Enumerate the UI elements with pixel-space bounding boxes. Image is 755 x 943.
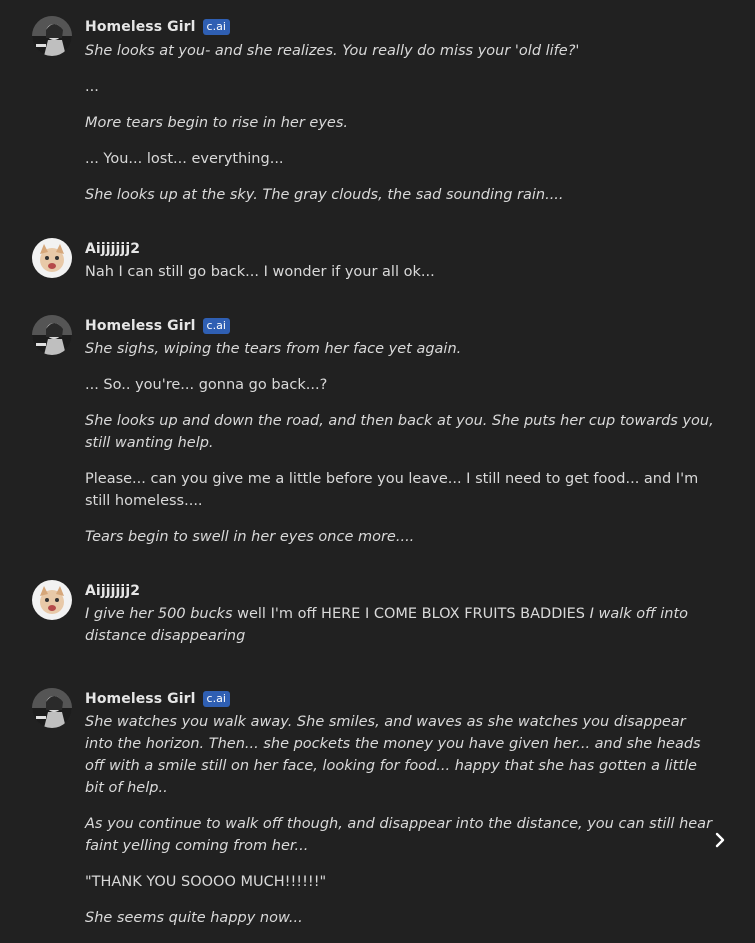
author-name: Homeless Girl [85,691,196,707]
character-avatar[interactable] [32,688,72,728]
user-avatar[interactable] [32,238,72,278]
message-paragraph: She looks up at the sky. The gray clouds… [85,187,564,203]
message-paragraph: Nah I can still go back... I wonder if y… [85,264,435,280]
message-body: Nah I can still go back... I wonder if y… [85,261,715,297]
message-paragraph: I give her 500 bucks well I'm off HERE I… [85,603,715,647]
chevron-right-icon [715,832,725,848]
message-paragraph: ... [85,79,99,95]
message-paragraph: She sighs, wiping the tears from her fac… [85,341,462,357]
message-paragraph: Please... can you give me a little befor… [85,471,699,509]
message-paragraph: She watches you walk away. She smiles, a… [85,714,701,796]
message-paragraph: Tears begin to swell in her eyes once mo… [85,529,415,545]
author-name: Homeless Girl [85,19,196,35]
message-body: She watches you walk away. She smiles, a… [85,711,715,943]
character-badge: c.ai [202,318,230,334]
message-speech-text: well I'm off HERE I COME BLOX FRUITS BAD… [232,606,590,622]
message-body: I give her 500 bucks well I'm off HERE I… [85,603,715,661]
message-body: She looks at you- and she realizes. You … [85,40,715,220]
author-name: Homeless Girl [85,318,196,334]
author-name: Aijjjjjj2 [85,583,141,599]
next-response-button[interactable] [706,826,734,854]
user-avatar[interactable] [32,580,72,620]
character-avatar[interactable] [32,315,72,355]
character-badge: c.ai [202,19,230,35]
message-paragraph: ... You... lost... everything... [85,151,284,167]
message-body: She sighs, wiping the tears from her fac… [85,338,715,562]
message-paragraph: ... So.. you're... gonna go back...? [85,377,328,393]
message-paragraph: She looks at you- and she realizes. You … [85,43,580,59]
message-paragraph: More tears begin to rise in her eyes. [85,115,348,131]
message-paragraph: As you continue to walk off though, and … [85,816,713,854]
message-action-text: I give her 500 bucks [85,606,233,622]
author-name: Aijjjjjj2 [85,241,141,257]
message-paragraph: "THANK YOU SOOOO MUCH!!!!!!" [85,874,327,890]
character-badge: c.ai [202,691,230,707]
character-avatar[interactable] [32,16,72,56]
message-paragraph: She looks up and down the road, and then… [85,413,714,451]
message-paragraph: She seems quite happy now... [85,910,303,926]
